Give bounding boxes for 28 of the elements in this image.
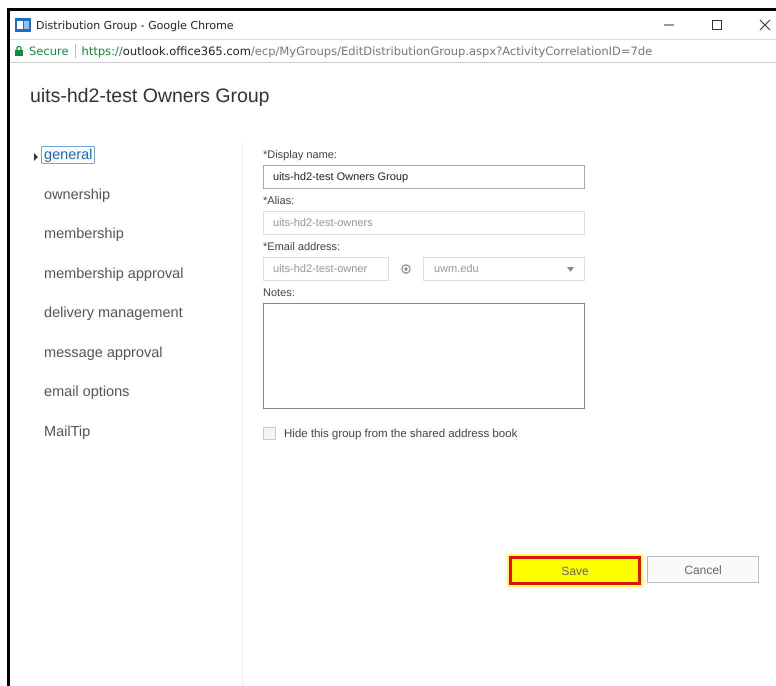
sidebar-item[interactable]: email options — [42, 384, 132, 400]
sidebar-item[interactable]: membership — [42, 226, 126, 242]
at-icon — [401, 264, 411, 274]
caret-icon — [34, 153, 38, 161]
checkbox-label: Hide this group from the shared address book — [284, 428, 518, 440]
sidebar-item[interactable]: MailTip — [42, 424, 92, 440]
sidebar-item[interactable]: membership approval — [42, 266, 186, 282]
sidebar-item[interactable]: delivery management — [42, 305, 185, 321]
window-title: Distribution Group - Google Chrome — [36, 18, 234, 32]
sidebar-item[interactable]: general — [41, 146, 96, 164]
sidebar-item[interactable]: message approval — [42, 344, 164, 360]
page-title: uits-hd2-test Owners Group — [29, 84, 271, 109]
close-icon[interactable] — [759, 19, 771, 31]
address-text[interactable]: https://outlook.office365.com/ecp/MyGroups/EditDistributionGroup.aspx?ActivityCorrelationID=7de — [82, 44, 652, 58]
lock-icon — [15, 46, 23, 56]
sidebar-item[interactable]: ownership — [42, 186, 112, 202]
save-button[interactable]: Save — [509, 556, 641, 585]
caret-icon — [567, 266, 574, 272]
checkbox[interactable] — [263, 427, 276, 440]
notes-field[interactable] — [263, 303, 585, 409]
field-label: Notes: — [263, 287, 296, 299]
field-label: *Email address: — [263, 241, 342, 253]
field-label: *Display name: — [263, 149, 338, 161]
display-name-field[interactable]: uits-hd2-test Owners Group — [263, 165, 585, 189]
secure-label: Secure — [29, 44, 69, 58]
cancel-button[interactable]: Cancel — [647, 556, 759, 583]
field-label: *Alias: — [263, 195, 296, 207]
maximize-icon[interactable] — [711, 19, 723, 31]
